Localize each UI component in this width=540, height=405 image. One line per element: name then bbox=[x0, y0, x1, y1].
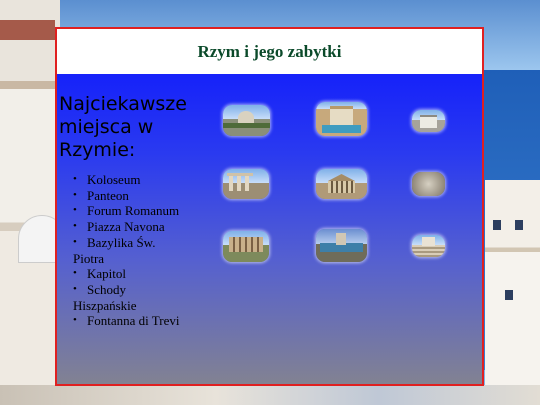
list-item: • Schody Hiszpańskie bbox=[73, 282, 213, 313]
bullet-icon: • bbox=[73, 282, 77, 295]
list-item-label-cont: Piotra bbox=[73, 250, 105, 266]
list-item: • Kapitol bbox=[73, 266, 213, 282]
bullet-icon: • bbox=[73, 267, 77, 280]
list-item: • Koloseum bbox=[73, 172, 213, 188]
bullet-icon: • bbox=[73, 204, 77, 217]
slide-panel: Rzym i jego zabytki Najciekawsze miejsca… bbox=[55, 27, 484, 386]
slide-heading: Najciekawsze miejsca w Rzymie: bbox=[59, 93, 187, 161]
bullet-icon: • bbox=[73, 188, 77, 201]
bullet-icon: • bbox=[73, 314, 77, 327]
photo-trevi-fountain bbox=[316, 102, 367, 136]
background-window bbox=[493, 220, 501, 230]
background-window bbox=[505, 290, 513, 300]
list-item-label: Kapitol bbox=[87, 266, 126, 282]
photo-st-peters bbox=[223, 105, 270, 136]
background-strip bbox=[0, 385, 540, 405]
title-bar: Rzym i jego zabytki bbox=[57, 29, 482, 74]
list-item: • Piazza Navona bbox=[73, 219, 213, 235]
list-item-label: Schody bbox=[87, 281, 126, 297]
bullet-icon: • bbox=[73, 220, 77, 233]
list-item-label: Bazylika Św. bbox=[87, 234, 156, 250]
list-item: • Panteon bbox=[73, 188, 213, 204]
background-houses-left bbox=[0, 0, 66, 405]
photo-colosseum bbox=[223, 231, 269, 262]
photo-forum-romanum bbox=[223, 169, 269, 199]
list-item: • Bazylika Św. Piotra bbox=[73, 235, 213, 266]
list-item: • Forum Romanum bbox=[73, 203, 213, 219]
photo-capitol bbox=[412, 110, 445, 132]
photo-piazza-navona bbox=[316, 229, 367, 262]
list-item-label: Panteon bbox=[87, 187, 129, 203]
list-item-label-cont: Hiszpańskie bbox=[73, 297, 137, 313]
photo-sculpture bbox=[412, 172, 445, 196]
list-item-label: Koloseum bbox=[87, 172, 141, 187]
slide-title: Rzym i jego zabytki bbox=[197, 41, 342, 61]
photo-spanish-steps bbox=[412, 235, 445, 257]
background-houses-right bbox=[485, 180, 540, 405]
photo-pantheon bbox=[316, 169, 367, 199]
list-item-label: Piazza Navona bbox=[87, 219, 165, 235]
bullet-icon: • bbox=[73, 235, 77, 248]
background-window bbox=[515, 220, 523, 230]
bullet-icon: • bbox=[73, 173, 77, 185]
list-item-label: Forum Romanum bbox=[87, 203, 180, 219]
landmark-list: • Koloseum • Panteon • Forum Romanum • Piazz… bbox=[73, 172, 213, 329]
list-item-label: Fontanna di Trevi bbox=[87, 313, 180, 329]
background-roof bbox=[0, 20, 55, 40]
list-item: • Fontanna di Trevi bbox=[73, 313, 213, 329]
